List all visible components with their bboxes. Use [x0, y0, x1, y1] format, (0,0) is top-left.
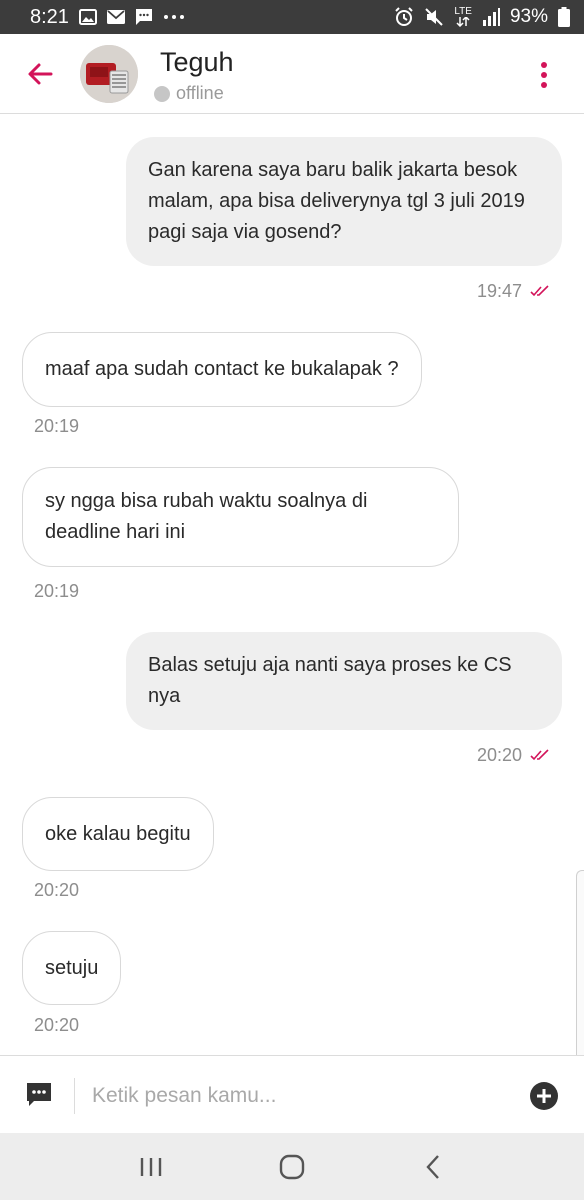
message-bubble-incoming[interactable]: oke kalau begitu [22, 797, 214, 871]
message-time: 20:19 [34, 416, 80, 436]
recents-icon[interactable] [121, 1142, 181, 1192]
presence-dot [154, 85, 170, 102]
presence-text: offline [176, 83, 224, 103]
message-meta: 19:47 [477, 281, 550, 302]
battery-icon [558, 7, 570, 27]
message-text: Gan karena saya baru balik jakarta besok… [148, 159, 525, 243]
message-bubble-outgoing[interactable]: Gan karena saya baru balik jakarta besok… [126, 137, 562, 266]
chat-header: Teguh offline [0, 34, 584, 114]
message-bubble-outgoing[interactable]: Balas setuju aja nanti saya proses ke CS… [126, 632, 562, 730]
back-arrow-icon[interactable] [24, 58, 56, 90]
home-icon[interactable] [262, 1142, 322, 1192]
battery-percent: 93% [509, 6, 548, 27]
more-dots-icon [163, 14, 185, 20]
message-thread[interactable]: Gan karena saya baru balik jakarta besok… [0, 115, 584, 1055]
contact-name: Teguh [160, 47, 234, 77]
double-check-icon [530, 745, 550, 766]
status-left: 8:21 [30, 6, 185, 29]
message-bubble-incoming[interactable]: sy ngga bisa rubah waktu soalnya di dead… [22, 467, 459, 567]
message-text: setuju [45, 957, 99, 979]
message-time: 20:20 [476, 745, 522, 765]
signal-icon [482, 8, 500, 26]
mail-icon [106, 10, 125, 24]
message-meta: 20:19 [34, 581, 79, 602]
message-meta: 20:20 [34, 1015, 79, 1036]
message-time: 19:47 [476, 281, 522, 301]
add-circle-icon[interactable] [529, 1081, 559, 1116]
message-meta: 20:20 [34, 880, 79, 901]
message-icon [135, 8, 153, 26]
status-time: 8:21 [30, 5, 69, 28]
double-check-icon [530, 281, 550, 302]
menu-dot [541, 82, 547, 88]
message-composer [0, 1055, 584, 1133]
message-text: Balas setuju aja nanti saya proses ke CS… [148, 654, 512, 707]
alarm-icon [394, 7, 414, 27]
mute-icon [424, 7, 444, 27]
presence-status: offline [154, 83, 224, 104]
message-text: oke kalau begitu [45, 823, 191, 845]
composer-divider [74, 1078, 75, 1114]
message-text: maaf apa sudah contact ke bukalapak ? [45, 358, 399, 380]
lte-icon: LTE [454, 7, 472, 27]
chat-template-icon[interactable] [26, 1082, 52, 1113]
menu-dot [541, 62, 547, 68]
message-time: 20:20 [34, 1015, 80, 1035]
lte-label: LTE [454, 6, 472, 17]
message-time: 20:19 [34, 581, 80, 601]
status-bar: 8:21 LTE 93% [0, 0, 584, 34]
avatar[interactable] [80, 45, 138, 103]
menu-dot [541, 72, 547, 78]
image-icon [78, 9, 97, 25]
message-text: sy ngga bisa rubah waktu soalnya di dead… [45, 490, 368, 543]
message-meta: 20:19 [34, 416, 79, 437]
more-vertical-icon[interactable] [532, 62, 556, 88]
message-meta: 20:20 [477, 745, 550, 766]
message-time: 20:20 [34, 880, 80, 900]
message-bubble-incoming[interactable]: maaf apa sudah contact ke bukalapak ? [22, 332, 422, 407]
status-right: LTE 93% [394, 6, 570, 28]
back-icon[interactable] [403, 1142, 463, 1192]
message-input[interactable] [92, 1078, 502, 1114]
system-nav-bar [0, 1133, 584, 1200]
message-bubble-incoming[interactable]: setuju [22, 931, 122, 1005]
